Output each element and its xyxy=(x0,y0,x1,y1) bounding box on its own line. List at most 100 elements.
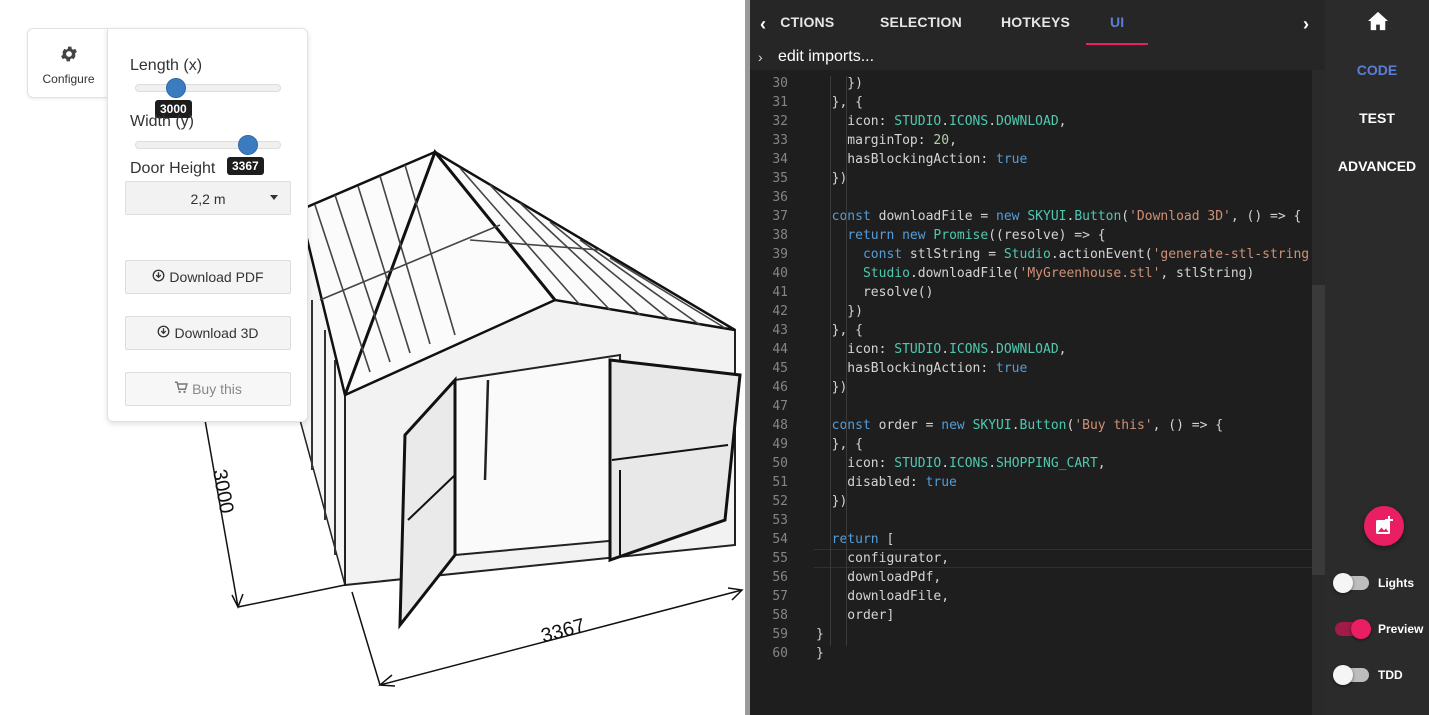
configure-tab[interactable]: Configure xyxy=(27,28,109,98)
line-number: 46 xyxy=(772,380,788,395)
code-line: icon: STUDIO.ICONS.DOWNLOAD, xyxy=(816,114,1067,129)
chevron-right-icon: › xyxy=(758,49,763,65)
width-slider-handle[interactable] xyxy=(238,135,258,155)
line-number: 50 xyxy=(772,456,788,471)
line-number: 54 xyxy=(772,532,788,547)
download-3d-label: Download 3D xyxy=(174,325,259,341)
home-icon[interactable] xyxy=(1367,11,1389,36)
editor-scrollbar[interactable] xyxy=(1312,70,1325,715)
code-line: icon: STUDIO.ICONS.DOWNLOAD, xyxy=(816,342,1067,357)
3d-viewport[interactable]: 3000 3367 Configure Length (x) 3000 Widt… xyxy=(0,0,745,715)
code-line: downloadPdf, xyxy=(816,570,942,585)
line-number: 60 xyxy=(772,646,788,661)
code-line: }) xyxy=(816,304,863,319)
lights-toggle[interactable] xyxy=(1333,573,1369,593)
code-line: icon: STUDIO.ICONS.SHOPPING_CART, xyxy=(816,456,1106,471)
sidebar-item-advanced[interactable]: ADVANCED xyxy=(1325,158,1429,174)
code-line: configurator, xyxy=(816,551,950,566)
line-number: 53 xyxy=(772,513,788,528)
tdd-toggle[interactable] xyxy=(1333,665,1369,685)
tdd-toggle-label: TDD xyxy=(1378,668,1403,682)
sidebar-item-test[interactable]: TEST xyxy=(1325,110,1429,126)
add-image-button[interactable] xyxy=(1364,506,1404,546)
configurator-panel: Length (x) 3000 Width (y) 3367 Door Heig… xyxy=(107,28,308,422)
code-line: hasBlockingAction: true xyxy=(816,361,1028,376)
length-label: Length (x) xyxy=(130,57,203,74)
edit-imports-toggle[interactable]: › edit imports... xyxy=(750,45,1325,70)
lights-toggle-label: Lights xyxy=(1378,576,1414,590)
code-line: } xyxy=(816,627,824,642)
line-number: 42 xyxy=(772,304,788,319)
buy-button[interactable]: Buy this xyxy=(125,372,291,406)
download-icon xyxy=(157,325,170,341)
code-line: const stlString = Studio.actionEvent('ge… xyxy=(862,247,1312,262)
code-line: }, { xyxy=(816,323,863,338)
right-sidebar: CODE TEST ADVANCED Lights Preview TDD xyxy=(1325,0,1429,715)
line-number: 31 xyxy=(772,95,788,110)
line-number: 51 xyxy=(772,475,788,490)
code-line: Studio.downloadFile('MyGreenhouse.stl', … xyxy=(862,266,1255,281)
add-photo-icon xyxy=(1374,516,1394,541)
download-pdf-button[interactable]: Download PDF xyxy=(125,260,291,294)
length-slider-handle[interactable] xyxy=(166,78,186,98)
code-line: return [ xyxy=(831,532,895,547)
preview-toggle[interactable] xyxy=(1335,619,1371,639)
code-line: resolve() xyxy=(816,285,934,300)
code-line: const downloadFile = new SKYUI.Button('D… xyxy=(831,209,1302,224)
chevron-right-icon[interactable]: › xyxy=(1303,14,1309,35)
line-number: 58 xyxy=(772,608,788,623)
editor-scrollbar-thumb[interactable] xyxy=(1312,285,1325,575)
download-icon xyxy=(152,269,165,285)
configure-tab-label: Configure xyxy=(42,72,95,86)
gear-icon xyxy=(28,44,109,69)
line-number: 36 xyxy=(772,190,788,205)
line-number: 40 xyxy=(772,266,788,281)
line-number: 39 xyxy=(772,247,788,262)
line-number: 34 xyxy=(772,152,788,167)
door-height-select[interactable]: 2,2 m xyxy=(125,181,291,215)
code-line: marginTop: 20, xyxy=(816,133,957,148)
door-height-label: Door Height xyxy=(130,160,216,177)
app-root: 3000 3367 Configure Length (x) 3000 Widt… xyxy=(0,0,1429,715)
code-line: } xyxy=(816,646,824,661)
code-line: return new Promise((resolve) => { xyxy=(847,228,1106,243)
line-number: 56 xyxy=(772,570,788,585)
code-line: }, { xyxy=(816,437,863,452)
width-slider[interactable] xyxy=(135,135,281,155)
line-number: 38 xyxy=(772,228,788,243)
line-number: 43 xyxy=(772,323,788,338)
tab-ui[interactable]: UI xyxy=(1110,14,1124,30)
width-value-tooltip: 3367 xyxy=(227,157,264,175)
code-line: }, { xyxy=(816,95,863,110)
line-number: 30 xyxy=(772,76,788,91)
line-number: 55 xyxy=(772,551,788,566)
line-number: 44 xyxy=(772,342,788,357)
code-line: }) xyxy=(816,76,863,91)
download-pdf-label: Download PDF xyxy=(169,269,264,285)
code-area[interactable]: 30 }) 31 }, { 32 icon: STUDIO.ICONS.DOWNLO… xyxy=(750,72,1312,715)
line-number: 37 xyxy=(772,209,788,224)
buy-label: Buy this xyxy=(192,381,242,397)
tab-hotkeys[interactable]: HOTKEYS xyxy=(1001,14,1070,30)
length-slider[interactable] xyxy=(135,78,281,98)
line-number: 48 xyxy=(772,418,788,433)
tab-actions[interactable]: ACTIONS xyxy=(780,14,834,30)
line-number: 35 xyxy=(772,171,788,186)
editor-tab-bar: ‹ ACTIONS SELECTION HOTKEYS UI › xyxy=(750,0,1325,45)
code-line: const order = new SKYUI.Button('Buy this… xyxy=(831,418,1224,433)
preview-toggle-label: Preview xyxy=(1378,622,1424,636)
code-line: downloadFile, xyxy=(816,589,950,604)
tab-selection[interactable]: SELECTION xyxy=(880,14,962,30)
edit-imports-label: edit imports... xyxy=(778,48,875,65)
code-line: }) xyxy=(816,171,848,186)
shopping-cart-icon xyxy=(174,381,188,397)
download-3d-button[interactable]: Download 3D xyxy=(125,316,291,350)
line-number: 32 xyxy=(772,114,788,129)
line-number: 59 xyxy=(772,627,788,642)
sidebar-item-code[interactable]: CODE xyxy=(1325,62,1429,78)
chevron-left-icon[interactable]: ‹ xyxy=(760,14,766,35)
code-line: order] xyxy=(816,608,895,623)
code-line: hasBlockingAction: true xyxy=(816,152,1028,167)
line-number: 47 xyxy=(772,399,788,414)
indent-guide xyxy=(846,76,847,646)
